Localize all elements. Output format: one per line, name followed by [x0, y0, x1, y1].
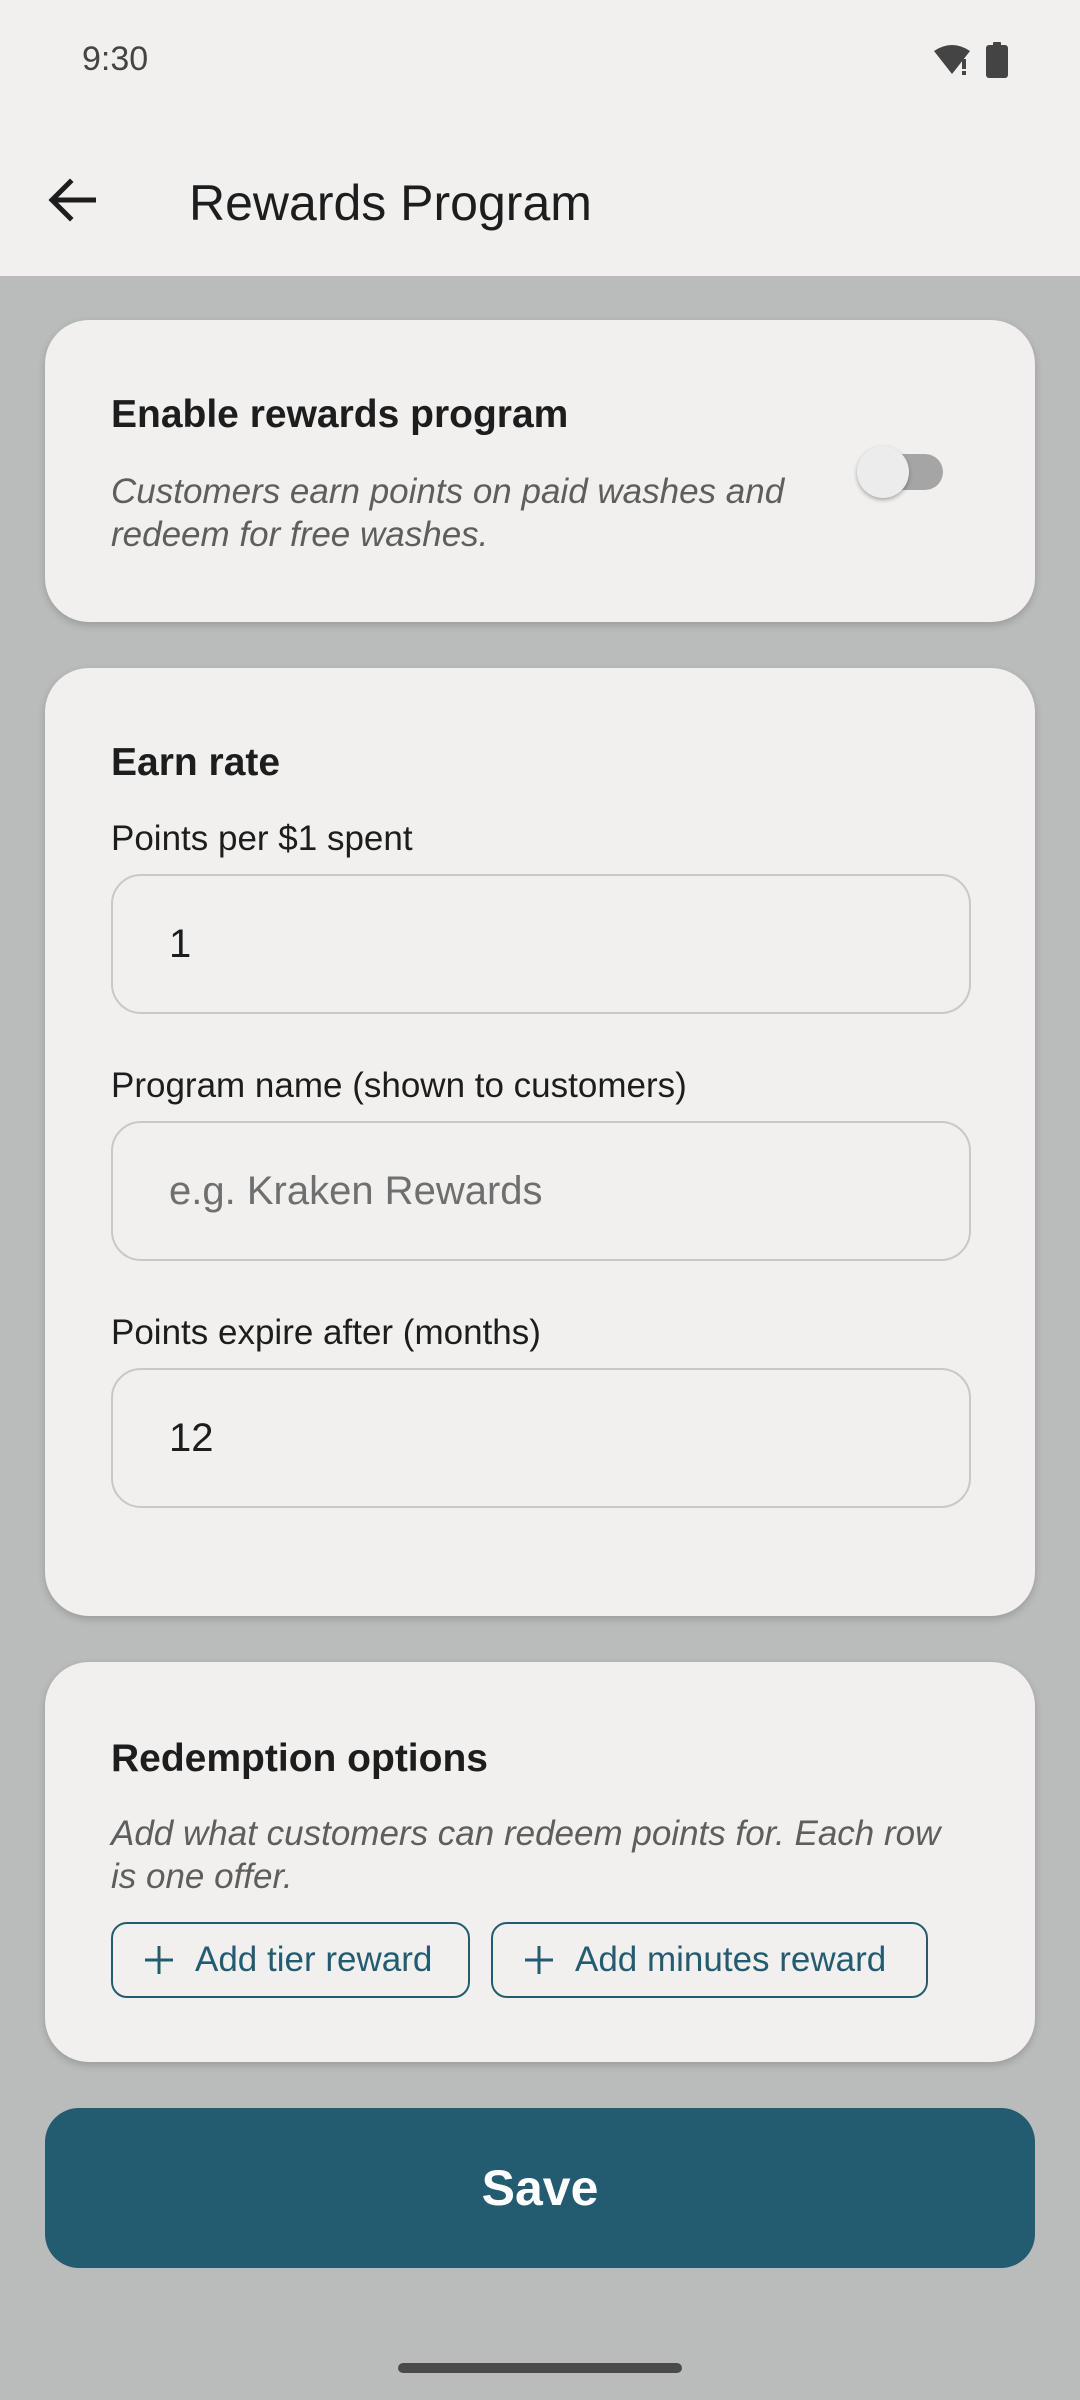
points-expire-label: Points expire after (months)	[111, 1313, 541, 1352]
rewards-program-screen: 9:30 Rewards Program Enable rewards prog…	[0, 0, 1080, 2400]
add-tier-reward-label: Add tier reward	[195, 1940, 433, 1979]
battery-icon	[986, 42, 1008, 83]
arrow-back-icon	[48, 177, 97, 227]
enable-rewards-description-line: redeem for free washes.	[111, 515, 489, 554]
status-icons	[932, 42, 1008, 83]
enable-rewards-title: Enable rewards program	[111, 393, 569, 436]
redemption-description-line: is one offer.	[111, 1857, 293, 1896]
page-title: Rewards Program	[189, 175, 592, 231]
enable-rewards-description-line: Customers earn points on paid washes and	[111, 472, 785, 511]
wifi-alert-icon	[932, 43, 972, 82]
redemption-options-description: Add what customers can redeem points for…	[111, 1812, 940, 1898]
redemption-options-card: Redemption options Add what customers ca…	[45, 1662, 1035, 2062]
redemption-options-title: Redemption options	[111, 1737, 488, 1780]
points-per-dollar-label: Points per $1 spent	[111, 819, 413, 858]
enable-rewards-description: Customers earn points on paid washes and…	[111, 470, 784, 556]
add-minutes-reward-label: Add minutes reward	[575, 1940, 887, 1979]
earn-rate-card: Earn rate Points per $1 spent Program na…	[45, 668, 1035, 1616]
status-bar: 9:30	[0, 0, 1080, 128]
points-expire-field[interactable]	[111, 1368, 971, 1508]
program-name-label: Program name (shown to customers)	[111, 1066, 687, 1105]
plus-icon	[141, 1942, 177, 1978]
points-per-dollar-field[interactable]	[111, 874, 971, 1014]
app-bar: Rewards Program	[0, 128, 1080, 276]
enable-rewards-toggle[interactable]	[857, 446, 949, 498]
status-time: 9:30	[82, 40, 149, 78]
toggle-thumb	[857, 446, 909, 498]
program-name-field[interactable]	[111, 1121, 971, 1261]
redemption-description-line: Add what customers can redeem points for…	[111, 1814, 941, 1853]
save-button[interactable]: Save	[45, 2108, 1035, 2268]
plus-icon	[521, 1942, 557, 1978]
add-minutes-reward-button[interactable]: Add minutes reward	[491, 1922, 928, 1998]
enable-rewards-card: Enable rewards program Customers earn po…	[45, 320, 1035, 622]
add-tier-reward-button[interactable]: Add tier reward	[111, 1922, 470, 1998]
back-button[interactable]	[36, 166, 108, 238]
home-indicator[interactable]	[398, 2363, 682, 2373]
earn-rate-title: Earn rate	[111, 741, 281, 784]
